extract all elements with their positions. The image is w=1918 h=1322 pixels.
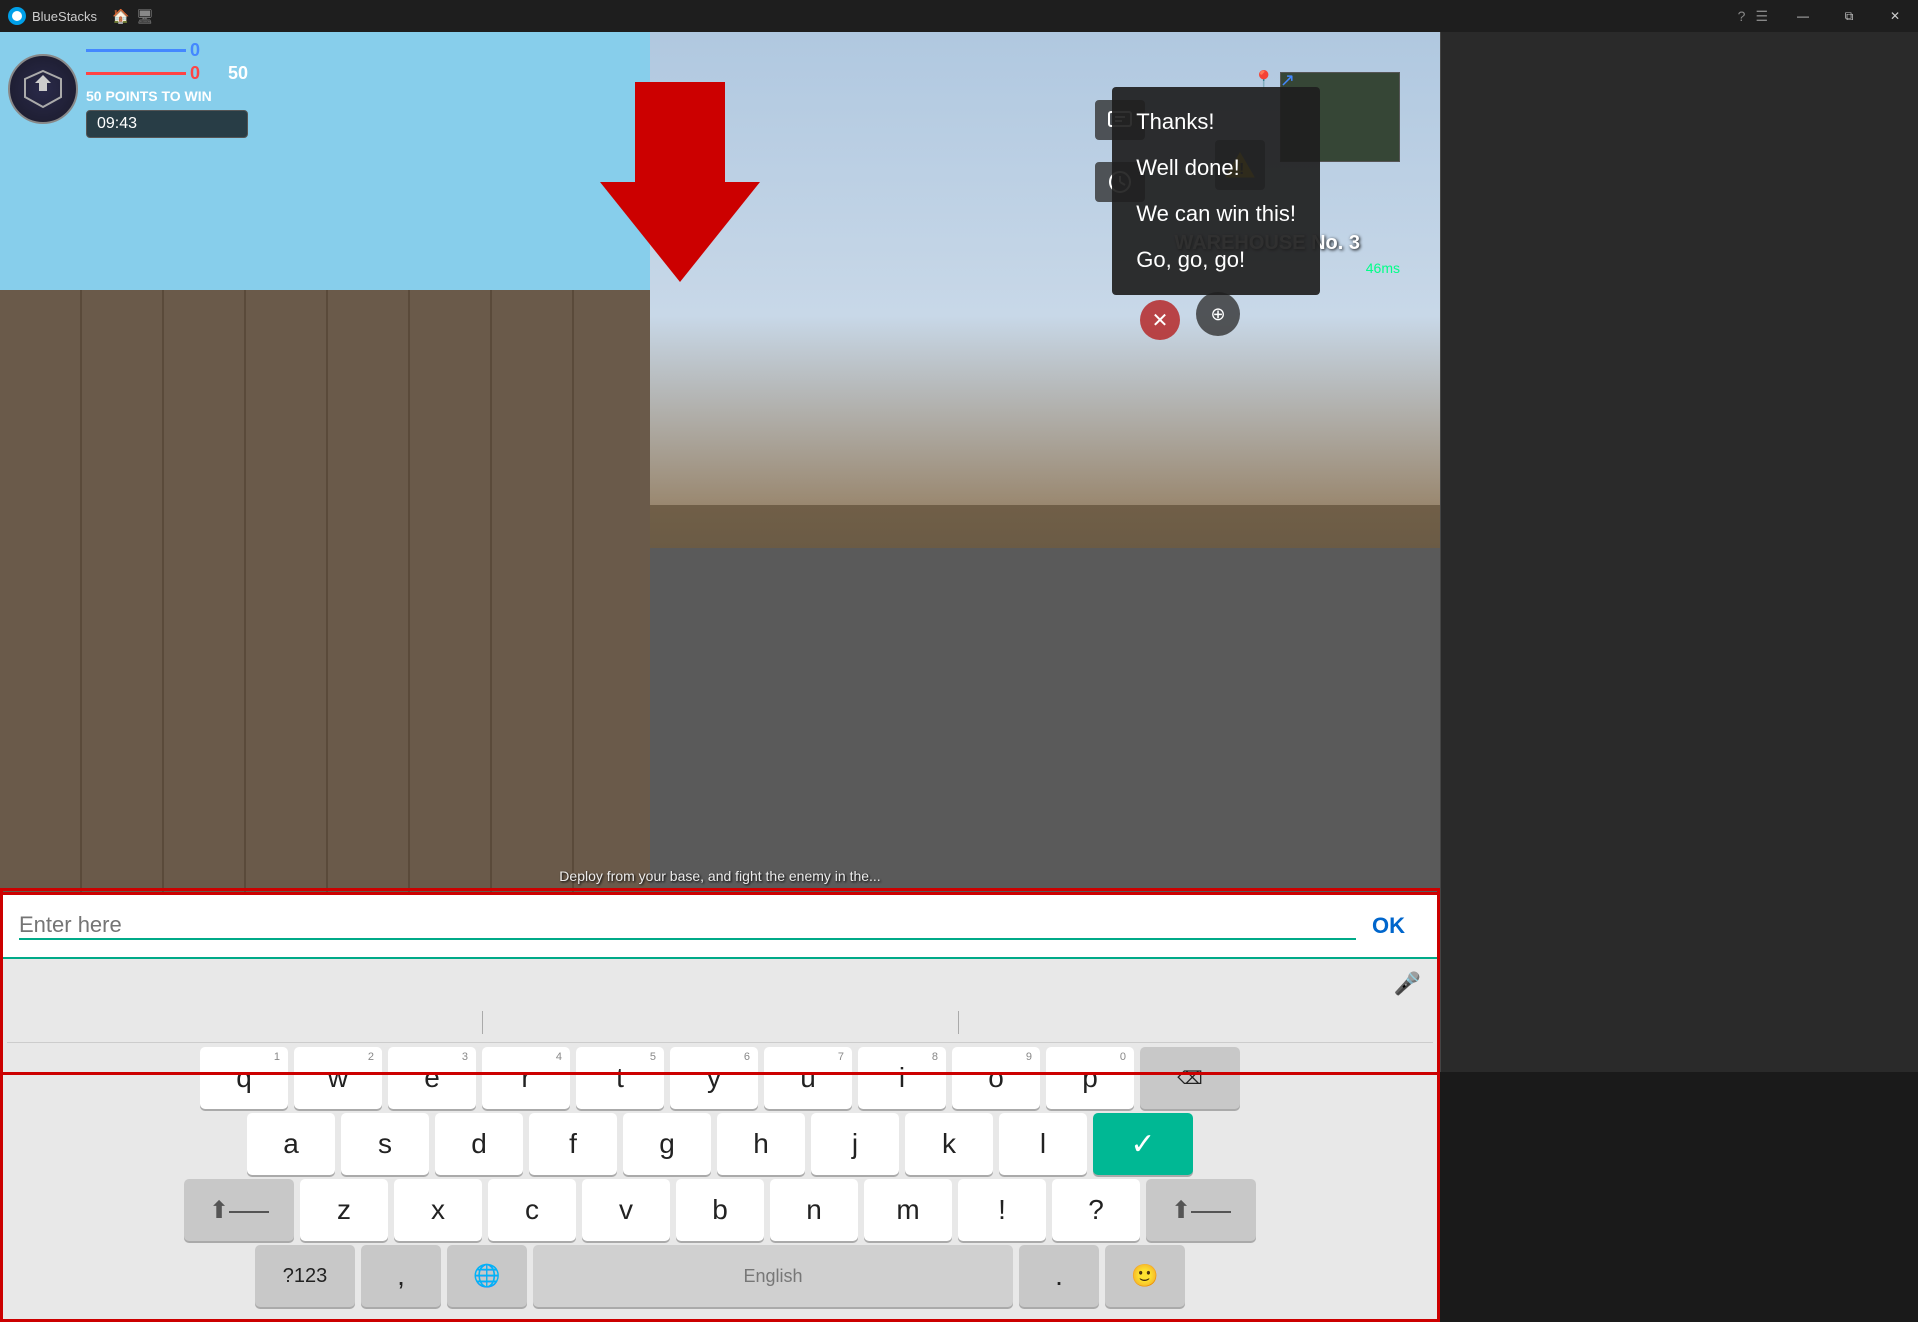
titlebar-icons: 🏠 🖥	[113, 8, 153, 24]
key-row-1: 1q 2w 3e 4r 5t 6y 7u 8i 9o 0p ⌫	[7, 1047, 1433, 1109]
key-v[interactable]: v	[582, 1179, 670, 1241]
key-period[interactable]: .	[1019, 1245, 1099, 1307]
key-e[interactable]: 3e	[388, 1047, 476, 1109]
score-blue: 0	[190, 40, 220, 61]
chat-item-go[interactable]: Go, go, go!	[1112, 237, 1320, 283]
shift-up-icon: ⬆	[209, 1196, 229, 1225]
key-b[interactable]: b	[676, 1179, 764, 1241]
key-row-3: ⬆ z x c v b n m ! ? ⬆	[7, 1179, 1433, 1241]
key-row-bottom: ?123 , 🌐 English . 🙂	[7, 1245, 1433, 1307]
right-sidebar	[1440, 32, 1918, 1072]
key-123[interactable]: ?123	[255, 1245, 355, 1307]
key-o[interactable]: 9o	[952, 1047, 1040, 1109]
monitor-icon[interactable]: 🖥	[137, 8, 153, 24]
key-shift-right[interactable]: ⬆	[1146, 1179, 1256, 1241]
key-f[interactable]: f	[529, 1113, 617, 1175]
key-r[interactable]: 4r	[482, 1047, 570, 1109]
key-w[interactable]: 2w	[294, 1047, 382, 1109]
key-c[interactable]: c	[488, 1179, 576, 1241]
suggestion-row	[7, 1003, 1433, 1043]
key-g[interactable]: g	[623, 1113, 711, 1175]
key-k[interactable]: k	[905, 1113, 993, 1175]
key-h[interactable]: h	[717, 1113, 805, 1175]
chat-menu: Thanks! Well done! We can win this! Go, …	[1112, 87, 1320, 295]
ok-button[interactable]: OK	[1356, 905, 1421, 947]
key-row-2: a s d f g h j k l ✓	[7, 1113, 1433, 1175]
app-logo	[8, 7, 26, 25]
game-area: 0 0 50 50 POINTS TO WIN 09:43 Thanks! We…	[0, 32, 1440, 892]
text-input-field[interactable]	[19, 912, 1356, 940]
key-a[interactable]: a	[247, 1113, 335, 1175]
key-globe[interactable]: 🌐	[447, 1245, 527, 1307]
score-info: 0 0 50 50 POINTS TO WIN 09:43	[86, 40, 248, 138]
game-bg-panels	[0, 290, 650, 892]
minimize-button[interactable]: —	[1780, 0, 1826, 32]
game-timer: 09:43	[86, 110, 248, 138]
menu-icon[interactable]: ☰	[1755, 8, 1768, 25]
score-bar-blue	[86, 49, 186, 52]
mic-row: 🎤	[7, 967, 1433, 1003]
key-shift-left[interactable]: ⬆	[184, 1179, 294, 1241]
key-i[interactable]: 8i	[858, 1047, 946, 1109]
key-t[interactable]: 5t	[576, 1047, 664, 1109]
points-to-win: 50 POINTS TO WIN	[86, 88, 248, 104]
key-j[interactable]: j	[811, 1113, 899, 1175]
maximize-button[interactable]: ⧉	[1826, 0, 1872, 32]
chat-item-we-can-win[interactable]: We can win this!	[1112, 191, 1320, 237]
hud-top-left: 0 0 50 50 POINTS TO WIN 09:43	[8, 40, 248, 138]
key-x[interactable]: x	[394, 1179, 482, 1241]
bottom-instruction-text: Deploy from your base, and fight the ene…	[559, 868, 880, 884]
key-backspace[interactable]: ⌫	[1140, 1047, 1240, 1109]
key-exclamation[interactable]: !	[958, 1179, 1046, 1241]
compass-button[interactable]: ⊕	[1196, 292, 1240, 336]
red-arrow	[600, 82, 760, 282]
shift-right-up-icon: ⬆	[1171, 1196, 1191, 1225]
keyboard-section: OK 🎤 1q 2w 3e 4r 5t 6y 7u 8i 9o 0p ⌫ a s	[0, 892, 1440, 1322]
key-n[interactable]: n	[770, 1179, 858, 1241]
score-row-red: 0 50	[86, 63, 248, 84]
key-p[interactable]: 0p	[1046, 1047, 1134, 1109]
key-z[interactable]: z	[300, 1179, 388, 1241]
arrow-body	[635, 82, 725, 182]
key-enter[interactable]: ✓	[1093, 1113, 1193, 1175]
arrow-head	[600, 182, 760, 282]
input-bar: OK	[3, 895, 1437, 959]
key-q[interactable]: 1q	[200, 1047, 288, 1109]
key-l[interactable]: l	[999, 1113, 1087, 1175]
help-icon[interactable]: ?	[1738, 8, 1746, 24]
key-emoji[interactable]: 🙂	[1105, 1245, 1185, 1307]
titlebar-controls: ? ☰ — ⧉ ✕	[1726, 0, 1918, 32]
close-overlay-button[interactable]: ✕	[1140, 300, 1180, 340]
ping-display: 46ms	[1366, 260, 1400, 276]
home-icon[interactable]: 🏠	[113, 8, 129, 24]
mic-icon[interactable]: 🎤	[1394, 971, 1421, 1003]
score-red: 0	[190, 63, 220, 84]
team-emblem	[8, 54, 78, 124]
key-space[interactable]: English	[533, 1245, 1013, 1307]
key-y[interactable]: 6y	[670, 1047, 758, 1109]
shift-underline	[229, 1211, 269, 1213]
app-title: BlueStacks	[32, 9, 97, 24]
score-target: 50	[228, 63, 248, 84]
checkmark-icon: ✓	[1130, 1127, 1155, 1162]
key-u[interactable]: 7u	[764, 1047, 852, 1109]
titlebar: BlueStacks 🏠 🖥 ? ☰ — ⧉ ✕	[0, 0, 1918, 32]
key-d[interactable]: d	[435, 1113, 523, 1175]
score-bar-red	[86, 72, 186, 75]
keyboard-area: 🎤 1q 2w 3e 4r 5t 6y 7u 8i 9o 0p ⌫ a s d …	[3, 959, 1437, 1319]
score-row-blue: 0	[86, 40, 248, 61]
key-s[interactable]: s	[341, 1113, 429, 1175]
chat-item-thanks[interactable]: Thanks!	[1112, 99, 1320, 145]
close-button[interactable]: ✕	[1872, 0, 1918, 32]
key-m[interactable]: m	[864, 1179, 952, 1241]
key-question[interactable]: ?	[1052, 1179, 1140, 1241]
chat-item-well-done[interactable]: Well done!	[1112, 145, 1320, 191]
shift-right-underline	[1191, 1211, 1231, 1213]
key-comma[interactable]: ,	[361, 1245, 441, 1307]
